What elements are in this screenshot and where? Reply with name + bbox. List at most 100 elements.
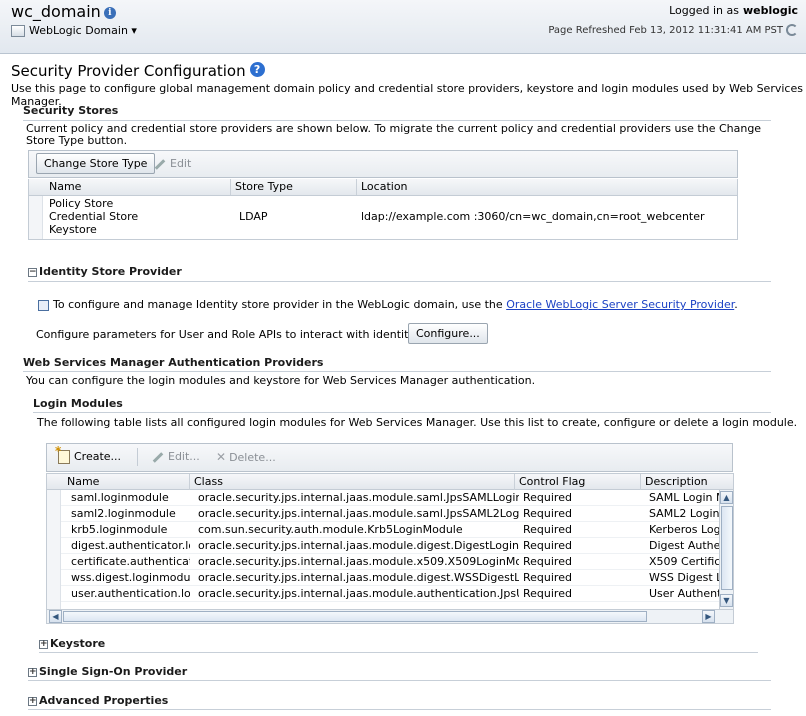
table-row[interactable]: krb5.loginmodule com.sun.security.auth.mo…	[61, 522, 721, 538]
edit-store-label: Edit	[170, 157, 192, 170]
column-header-name[interactable]: Name	[45, 179, 231, 195]
divider	[23, 371, 771, 372]
divider	[28, 680, 771, 681]
scroll-down-icon[interactable]: ▼	[720, 594, 733, 607]
store-name-credential: Credential Store	[49, 210, 139, 223]
keystore-section-header[interactable]: + Keystore	[39, 637, 105, 650]
sso-section-header[interactable]: + Single Sign-On Provider	[28, 665, 187, 678]
expand-icon: +	[39, 638, 48, 649]
page-title: Security Provider Configuration?	[11, 62, 265, 80]
delete-login-module-button[interactable]: ✕ Delete...	[216, 450, 276, 464]
cell-name: wss.digest.loginmodule	[71, 571, 190, 584]
column-header-description[interactable]: Description	[641, 474, 733, 490]
cell-name: certificate.authenticator.loginmodule	[71, 555, 190, 568]
cell-flag: Required	[523, 523, 572, 536]
horizontal-scroll-thumb[interactable]	[63, 611, 647, 622]
user-name[interactable]: weblogic	[743, 4, 798, 17]
identity-store-header[interactable]: − Identity Store Provider	[28, 265, 182, 278]
info-icon[interactable]: i	[103, 6, 116, 19]
table-row[interactable]: wss.digest.loginmodule oracle.security.jp…	[61, 570, 721, 586]
cell-name: saml2.loginmodule	[71, 507, 176, 520]
column-header-name[interactable]: Name	[63, 474, 190, 490]
table-header: Name Store Type Location	[29, 179, 737, 196]
advanced-section-header[interactable]: + Advanced Properties	[28, 694, 168, 707]
table-row[interactable]: certificate.authenticator.loginmodule ora…	[61, 554, 721, 570]
help-icon[interactable]: ?	[249, 62, 265, 77]
identity-store-info: To configure and manage Identity store p…	[38, 298, 738, 311]
cell-name: digest.authenticator.loginmodule	[71, 539, 190, 552]
configure-button[interactable]: Configure...	[408, 323, 488, 344]
login-modules-toolbar	[46, 443, 733, 472]
vertical-scroll-thumb[interactable]	[721, 506, 733, 590]
external-link-icon	[38, 299, 49, 311]
cell-class: oracle.security.jps.internal.jaas.module…	[198, 571, 519, 584]
cell-flag: Required	[523, 507, 572, 520]
column-header-control-flag[interactable]: Control Flag	[515, 474, 641, 490]
weblogic-security-provider-link[interactable]: Oracle WebLogic Server Security Provider	[506, 298, 734, 311]
create-login-module-button[interactable]: Create...	[55, 444, 122, 464]
scroll-right-icon[interactable]: ▶	[702, 610, 715, 623]
cell-desc: SAML2 Login Module	[649, 507, 721, 520]
cell-class: oracle.security.jps.internal.jaas.module…	[198, 587, 519, 600]
table-row[interactable]: digest.authenticator.loginmodule oracle.s…	[61, 538, 721, 554]
configure-text: Configure parameters for User and Role A…	[36, 328, 450, 341]
table-row[interactable]: saml.loginmodule oracle.security.jps.inte…	[61, 490, 721, 506]
page-title-text: Security Provider Configuration	[11, 62, 246, 80]
domain-title: wc_domain i	[11, 2, 116, 21]
cell-name: user.authentication.loginmodule	[71, 587, 190, 600]
login-modules-rows: saml.loginmodule oracle.security.jps.inte…	[61, 490, 721, 610]
horizontal-scrollbar[interactable]: ◀ ▶	[47, 609, 733, 623]
table-row[interactable]: user.authentication.loginmodule oracle.se…	[61, 586, 721, 602]
store-name-policy: Policy Store	[49, 197, 114, 210]
column-header-store-type[interactable]: Store Type	[231, 179, 357, 195]
column-header-location[interactable]: Location	[357, 179, 737, 195]
advanced-heading: Advanced Properties	[39, 694, 169, 707]
create-icon	[55, 444, 70, 464]
cell-flag: Required	[523, 587, 572, 600]
refresh-icon[interactable]	[786, 24, 798, 36]
security-stores-heading: Security Stores	[23, 104, 119, 117]
link-suffix: .	[734, 298, 738, 311]
divider	[23, 120, 771, 121]
edit-store-button[interactable]: Edit	[154, 157, 191, 170]
cell-desc: User Authentication Login Module	[649, 587, 721, 600]
weblogic-domain-menu[interactable]: WebLogic Domain ▾	[11, 24, 137, 37]
row-selector[interactable]	[29, 196, 43, 239]
cell-desc: X509 Certificate Login Module	[649, 555, 721, 568]
cell-class: oracle.security.jps.internal.jaas.module…	[198, 555, 519, 568]
domain-menu-label: WebLogic Domain	[29, 24, 128, 37]
table-row[interactable]: saml2.loginmodule oracle.security.jps.int…	[61, 506, 721, 522]
store-name-keystore: Keystore	[49, 223, 97, 236]
cell-class: oracle.security.jps.internal.jaas.module…	[198, 491, 519, 504]
login-modules-table: Name Class Control Flag Description saml…	[46, 473, 734, 624]
cell-desc: Digest Authenticator Login Module	[649, 539, 721, 552]
edit-login-module-button[interactable]: Edit...	[152, 450, 200, 463]
expand-icon: +	[28, 666, 37, 677]
cell-name: saml.loginmodule	[71, 491, 169, 504]
toolbar-separator	[137, 448, 138, 466]
login-modules-description: The following table lists all configured…	[37, 416, 798, 429]
scroll-up-icon[interactable]: ▲	[720, 491, 733, 504]
create-label: Create...	[74, 450, 122, 463]
cell-flag: Required	[523, 539, 572, 552]
vertical-scrollbar[interactable]: ▲ ▼	[719, 490, 733, 610]
collapse-icon: −	[28, 266, 37, 277]
pencil-icon	[154, 158, 166, 170]
row-selector-column[interactable]	[47, 490, 61, 610]
change-store-type-button[interactable]: Change Store Type	[36, 153, 156, 174]
logged-in-info: Logged in as weblogic	[669, 4, 798, 17]
identity-text: To configure and manage Identity store p…	[53, 298, 503, 311]
edit-label: Edit...	[168, 450, 200, 463]
cell-flag: Required	[523, 491, 572, 504]
column-header-class[interactable]: Class	[190, 474, 515, 490]
logged-in-label: Logged in as	[669, 4, 739, 17]
cell-class: oracle.security.jps.internal.jaas.module…	[198, 539, 519, 552]
cell-desc: SAML Login Module	[649, 491, 721, 504]
divider	[39, 652, 758, 653]
scroll-left-icon[interactable]: ◀	[49, 610, 62, 623]
delete-label: Delete...	[229, 451, 276, 464]
chevron-down-icon: ▾	[131, 24, 137, 37]
security-stores-table: Name Store Type Location Policy Store Cr…	[28, 179, 738, 240]
sso-heading: Single Sign-On Provider	[39, 665, 188, 678]
pencil-icon	[152, 451, 164, 463]
